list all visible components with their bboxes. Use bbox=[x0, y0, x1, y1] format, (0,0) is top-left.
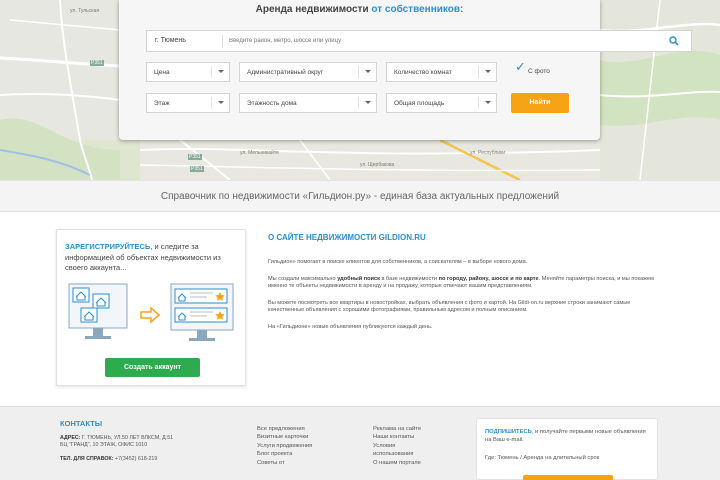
floors-in-house-select[interactable]: Этажность дома bbox=[239, 93, 377, 113]
contacts-phone: ТЕЛ. ДЛЯ СПРАВОК: +7(3452) 618-219 bbox=[60, 456, 158, 462]
search-icon[interactable] bbox=[669, 36, 679, 46]
search-panel: Аренда недвижимости от собственников: г.… bbox=[119, 0, 692, 140]
price-select-label: Цена bbox=[154, 69, 170, 76]
chevron-down-icon bbox=[358, 97, 376, 109]
tagline-bar: Справочник по недвижимости «Гильдион.ру»… bbox=[0, 180, 720, 212]
map-street-label: ул. Мельникайте bbox=[240, 150, 279, 156]
register-highlight[interactable]: ЗАРЕГИСТРИРУЙТЕСЬ bbox=[65, 242, 150, 251]
footer-link[interactable]: Советы от bbox=[257, 459, 312, 467]
footer-link[interactable]: использования bbox=[373, 450, 421, 458]
district-select[interactable]: Административный округ bbox=[239, 62, 377, 82]
about-paragraph: Гильдион» помогает в поиске клиентов для… bbox=[268, 259, 528, 265]
floor-select-label: Этаж bbox=[154, 100, 170, 107]
subscribe-button[interactable] bbox=[523, 475, 613, 480]
with-photo-checkbox[interactable]: ✓ С фото bbox=[515, 60, 565, 80]
footer-link[interactable]: Все предложения bbox=[257, 425, 312, 433]
search-title-accent: от собственников: bbox=[371, 4, 464, 15]
with-photo-label: С фото bbox=[528, 68, 550, 75]
register-text: ЗАРЕГИСТРИРУЙТЕСЬ, и следите за информац… bbox=[65, 242, 240, 274]
checkmark-icon: ✓ bbox=[515, 59, 526, 74]
footer-link[interactable]: Услуги продвижения bbox=[257, 442, 312, 450]
subscribe-query: Где: Тюмень / Аренда на длительный срок bbox=[485, 455, 600, 461]
contacts-address: АДРЕС: Г. ТЮМЕНЬ, УЛ.50 ЛЕТ ВЛКСМ, Д.51 bbox=[60, 435, 174, 441]
about-paragraph: Вы можете посмотреть все квартиры в ново… bbox=[268, 299, 631, 314]
find-button[interactable]: Найти bbox=[511, 93, 569, 113]
subscribe-text: ПОДПИШИТЕСЬ, и получайте первыми новые о… bbox=[485, 429, 646, 443]
chevron-down-icon bbox=[358, 66, 376, 78]
subscribe-box: ПОДПИШИТЕСЬ, и получайте первыми новые о… bbox=[476, 418, 658, 480]
contacts-address-line2: БЦ "ГРАНД", 10 ЭТАЖ, ОФИС 1010 bbox=[60, 442, 148, 448]
price-select[interactable]: Цена bbox=[146, 62, 230, 82]
district-select-label: Административный округ bbox=[247, 69, 324, 76]
register-box: ЗАРЕГИСТРИРУЙТЕСЬ, и следите за информац… bbox=[56, 229, 246, 386]
map-highway-label: Р351 bbox=[191, 166, 203, 172]
footer-link[interactable]: Блог проекта bbox=[257, 450, 312, 458]
chevron-down-icon bbox=[478, 66, 496, 78]
rooms-select-label: Количество комнат bbox=[394, 69, 452, 76]
footer-link[interactable]: Условия bbox=[373, 442, 421, 450]
map-street-label: ул. Тульская bbox=[70, 8, 100, 14]
floor-select[interactable]: Этаж bbox=[146, 93, 230, 113]
footer-link[interactable]: Визитные карточки bbox=[257, 433, 312, 441]
total-area-select[interactable]: Общая площадь bbox=[386, 93, 497, 113]
create-account-button[interactable]: Создать аккаунт bbox=[105, 358, 200, 377]
search-title: Аренда недвижимости от собственников: bbox=[119, 4, 600, 15]
footer-links-col2: Реклама на сайте Наши контакты Условия и… bbox=[373, 425, 421, 467]
contacts-title: КОНТАКТЫ bbox=[60, 419, 103, 428]
account-illustration bbox=[68, 283, 234, 341]
footer-link[interactable]: О нашем портале bbox=[373, 459, 421, 467]
rooms-select[interactable]: Количество комнат bbox=[386, 62, 497, 82]
divider bbox=[222, 35, 223, 48]
location-search-box: г. Тюмень bbox=[146, 30, 692, 52]
chevron-down-icon bbox=[478, 97, 496, 109]
about-section: О САЙТЕ НЕДВИЖИМОСТИ GILDION.RU Гильдион… bbox=[268, 233, 658, 340]
footer-contacts: КОНТАКТЫ АДРЕС: Г. ТЮМЕНЬ, УЛ.50 ЛЕТ ВЛК… bbox=[60, 419, 230, 463]
city-selector[interactable]: г. Тюмень bbox=[155, 37, 186, 44]
about-title: О САЙТЕ НЕДВИЖИМОСТИ GILDION.RU bbox=[268, 233, 426, 242]
location-input[interactable] bbox=[229, 34, 529, 48]
total-area-select-label: Общая площадь bbox=[394, 100, 445, 107]
chevron-down-icon bbox=[211, 97, 229, 109]
about-paragraph: На «Гильдионе» новые объявления публикую… bbox=[268, 323, 433, 330]
floors-in-house-select-label: Этажность дома bbox=[247, 100, 297, 107]
search-title-main: Аренда недвижимости bbox=[255, 4, 369, 15]
map-street-label: ул. Республики bbox=[470, 150, 506, 156]
tagline-text: Справочник по недвижимости «Гильдион.ру»… bbox=[160, 191, 560, 202]
map-highway-label: Р351 bbox=[91, 60, 103, 66]
about-paragraph: Мы создали максимально удобный поиск в б… bbox=[268, 275, 654, 290]
map-highway-label: Р351 bbox=[189, 154, 201, 160]
footer-link[interactable]: Наши контакты bbox=[373, 433, 421, 441]
footer-link[interactable]: Реклама на сайте bbox=[373, 425, 421, 433]
map-street-label: ул. Щербакова bbox=[360, 162, 395, 168]
chevron-down-icon bbox=[211, 66, 229, 78]
footer-links-col1: Все предложения Визитные карточки Услуги… bbox=[257, 425, 312, 467]
